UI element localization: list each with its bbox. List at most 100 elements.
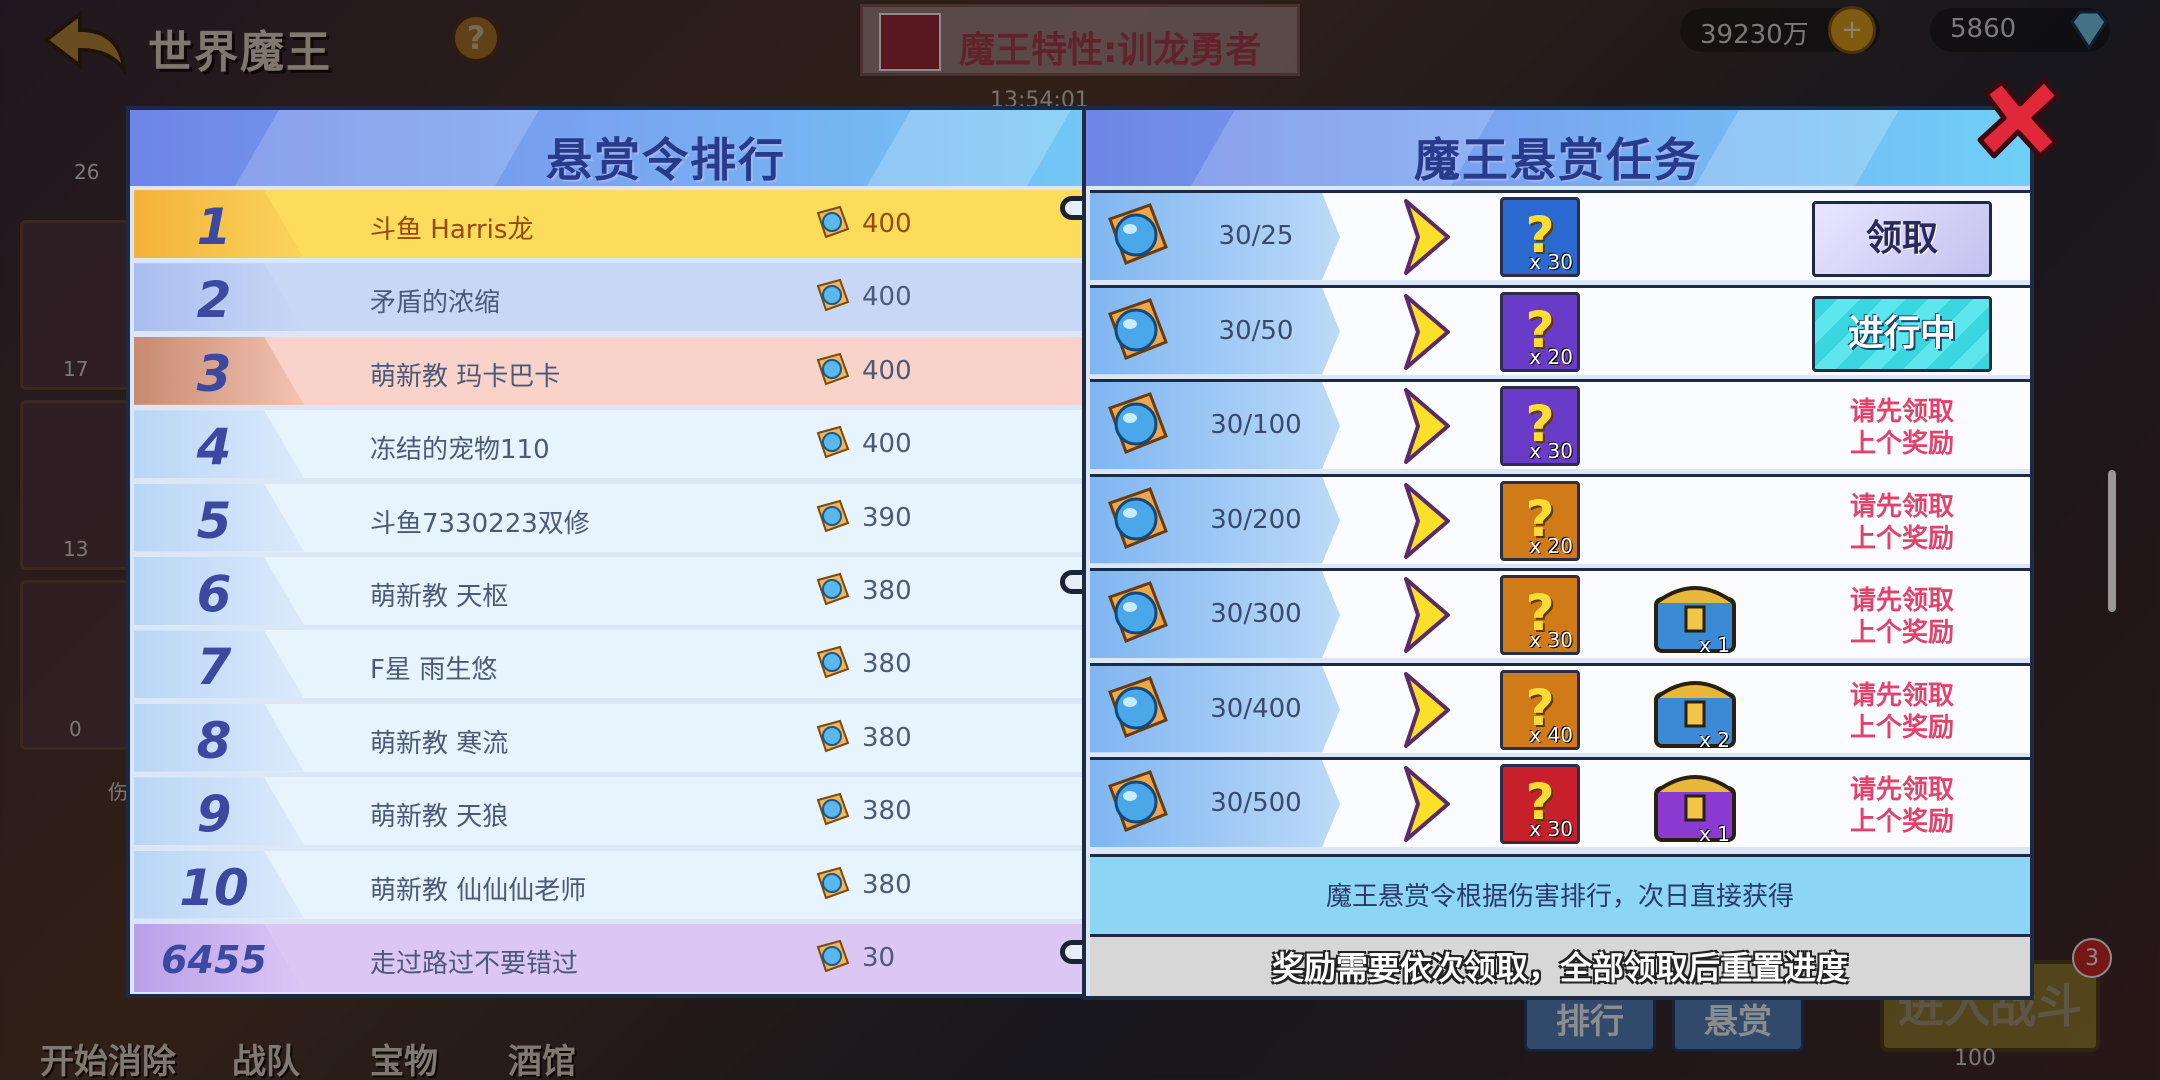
bounty-score: 400: [862, 355, 912, 386]
task-progress: 30/200: [1210, 504, 1302, 535]
treasure-chest-icon: x 1: [1650, 573, 1740, 657]
task-header: 魔王悬赏任务: [1086, 110, 2030, 186]
player-name: 萌新教 寒流: [370, 728, 509, 759]
reward-quantity: x 30: [1529, 250, 1573, 274]
reward-quantity: x 20: [1529, 344, 1573, 369]
reward-quantity: x 30: [1529, 817, 1573, 841]
bounty-medal-icon: [1100, 483, 1172, 559]
chest-quantity: x 2: [1699, 727, 1730, 752]
reward-arrow-icon: [1402, 764, 1452, 844]
mystery-box-icon[interactable]: ? x 30: [1500, 386, 1580, 466]
rank-row[interactable]: 7 F星 雨生悠 380: [134, 630, 1198, 699]
ranking-header: 悬赏令排行: [130, 110, 1202, 186]
mystery-box-icon[interactable]: ? x 30: [1500, 197, 1580, 277]
mystery-box-icon[interactable]: ? x 20: [1500, 291, 1580, 372]
task-row: 30/300 ? x 30 x 1 请先领取 上个奖励: [1090, 568, 2030, 658]
reward-quantity: x 40: [1529, 722, 1573, 747]
bounty-medal-icon: [1100, 199, 1172, 275]
locked-status: 请先领取 上个奖励: [1822, 396, 1982, 460]
bounty-medal-icon: [1100, 672, 1172, 748]
rank-row[interactable]: 1 斗鱼 Harris龙 400: [134, 190, 1198, 258]
task-progress: 30/500: [1210, 788, 1302, 818]
reward-quantity: x 30: [1529, 628, 1573, 652]
locked-line-1: 请先领取: [1849, 397, 1954, 427]
bounty-token-icon: [812, 790, 852, 830]
bounty-task-panel: 魔王悬赏任务 30/25 ? x 30 领取 30/50 ? x 20 进行中 30/100 ? x…: [1082, 106, 2034, 1000]
locked-status: 请先领取 上个奖励: [1822, 774, 1982, 838]
task-progress: 30/100: [1210, 410, 1302, 440]
task-row: 30/25 ? x 30 领取: [1090, 190, 2030, 280]
bounty-score: 400: [862, 209, 912, 239]
bounty-token-icon: [812, 937, 852, 977]
locked-line-2: 上个奖励: [1849, 712, 1954, 743]
scrollbar[interactable]: [2108, 470, 2116, 612]
rank-row[interactable]: 8 萌新教 寒流 380: [134, 703, 1198, 772]
rank-row[interactable]: 3 萌新教 玛卡巴卡 400: [134, 336, 1198, 405]
claim-button[interactable]: 领取: [1812, 201, 1992, 277]
bounty-score: 400: [862, 282, 912, 313]
mystery-box-icon[interactable]: ? x 30: [1500, 764, 1580, 844]
bounty-ranking-panel: 悬赏令排行 1 斗鱼 Harris龙 400 2 矛盾的浓缩 400 3 萌新教 玛卡巴卡 40…: [126, 106, 1206, 998]
chest-quantity: x 1: [1699, 633, 1730, 657]
rank-number: 9: [196, 785, 232, 844]
bounty-medal-icon: [1100, 294, 1172, 370]
rank-number: 3: [196, 344, 232, 403]
task-progress: 30/400: [1210, 693, 1302, 724]
task-row: 30/50 ? x 20 进行中: [1090, 284, 2030, 375]
locked-line-2: 上个奖励: [1849, 618, 1954, 648]
bounty-token-icon: [812, 350, 852, 390]
reward-arrow-icon: [1402, 386, 1452, 466]
rank-row[interactable]: 6 萌新教 天枢 380: [134, 557, 1198, 625]
bounty-token-icon: [812, 423, 852, 463]
task-progress: 30/50: [1218, 315, 1294, 346]
bounty-token-icon: [812, 717, 852, 757]
bounty-token-icon: [812, 864, 852, 904]
player-name: 斗鱼 Harris龙: [370, 215, 534, 245]
rank-number: 2: [196, 271, 232, 330]
player-name: 萌新教 天枢: [370, 582, 509, 612]
rank-row[interactable]: 5 斗鱼7330223双修 390: [134, 483, 1198, 552]
rank-row[interactable]: 4 冻结的宠物110 400: [134, 410, 1198, 479]
reward-arrow-icon: [1402, 481, 1452, 561]
locked-status: 请先领取 上个奖励: [1822, 680, 1982, 744]
player-name: 矛盾的浓缩: [370, 288, 501, 319]
reward-arrow-icon: [1402, 670, 1452, 750]
treasure-chest-icon: x 1: [1650, 762, 1740, 846]
locked-line-2: 上个奖励: [1849, 429, 1954, 459]
task-row: 30/100 ? x 30 请先领取 上个奖励: [1090, 379, 2030, 469]
task-note: 魔王悬赏令根据伤害排行，次日直接获得: [1090, 854, 2030, 934]
rank-row[interactable]: 9 萌新教 天狼 380: [134, 777, 1198, 846]
bounty-token-icon: [812, 276, 852, 316]
reward-quantity: x 30: [1529, 439, 1573, 463]
in-progress-button[interactable]: 进行中: [1812, 295, 1992, 372]
player-name: 冻结的宠物110: [370, 435, 550, 466]
reward-arrow-icon: [1402, 292, 1452, 372]
rank-number: 8: [196, 711, 232, 770]
locked-line-2: 上个奖励: [1849, 807, 1954, 837]
player-name: 萌新教 天狼: [370, 802, 509, 833]
mystery-box-icon[interactable]: ? x 20: [1500, 480, 1580, 561]
player-name: 萌新教 玛卡巴卡: [370, 361, 561, 392]
self-rank-row[interactable]: 6455 走过路过不要错过 30: [134, 924, 1198, 992]
bounty-token-icon: [812, 570, 852, 610]
player-name: 走过路过不要错过: [370, 949, 579, 979]
locked-line-1: 请先领取: [1849, 586, 1954, 616]
bounty-score: 380: [862, 576, 912, 606]
bounty-score: 380: [862, 869, 912, 900]
player-name: 斗鱼7330223双修: [370, 508, 590, 539]
mystery-box-icon[interactable]: ? x 40: [1500, 669, 1580, 750]
rank-row[interactable]: 2 矛盾的浓缩 400: [134, 263, 1198, 332]
chest-quantity: x 1: [1699, 822, 1730, 846]
locked-line-1: 请先领取: [1849, 491, 1954, 522]
mystery-box-icon[interactable]: ? x 30: [1500, 575, 1580, 655]
rank-row[interactable]: 10 萌新教 仙仙仙老师 380: [134, 850, 1198, 919]
bounty-score: 30: [862, 943, 896, 973]
bounty-score: 380: [862, 722, 912, 753]
rank-number: 6: [196, 565, 232, 623]
ranking-title: 悬赏令排行: [546, 133, 786, 186]
task-progress: 30/25: [1218, 221, 1294, 251]
bounty-medal-icon: [1100, 388, 1172, 464]
bounty-medal-icon: [1100, 577, 1172, 653]
bounty-token-icon: [812, 203, 852, 243]
locked-status: 请先领取 上个奖励: [1822, 585, 1982, 649]
